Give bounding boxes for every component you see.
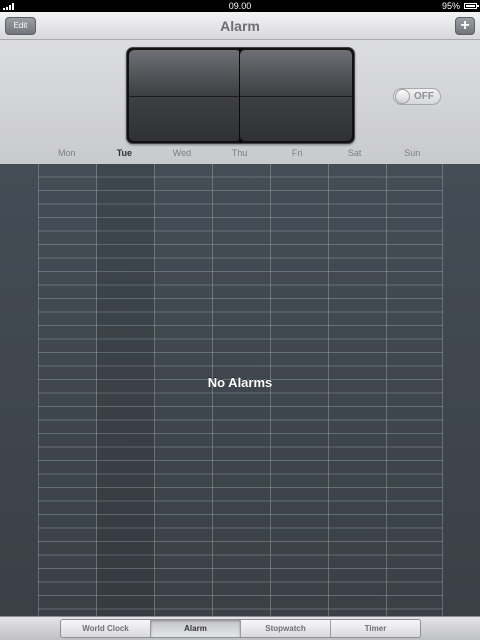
- add-alarm-button[interactable]: +: [455, 17, 475, 35]
- weekday-header: Mon Tue Wed Thu Fri Sat Sun: [38, 148, 441, 162]
- battery-icon: [464, 3, 479, 9]
- alarm-week-grid: [38, 164, 443, 616]
- page-title: Alarm: [220, 18, 260, 34]
- alarm-week-grid-area: No Alarms: [0, 164, 480, 616]
- tab-alarm[interactable]: Alarm: [151, 620, 241, 637]
- weekday-label: Wed: [172, 148, 192, 158]
- tab-segmented-control: World Clock Alarm Stopwatch Timer: [60, 619, 421, 638]
- weekday-label: Mon: [58, 148, 76, 158]
- navigation-bar: Edit Alarm +: [0, 12, 480, 40]
- alarm-toggle-switch[interactable]: OFF: [393, 88, 441, 105]
- weekday-label: Thu: [231, 148, 248, 158]
- tab-stopwatch[interactable]: Stopwatch: [241, 620, 331, 637]
- weekday-label: Sun: [404, 148, 421, 158]
- status-time: 09.00: [228, 1, 252, 11]
- bottom-tab-bar: World Clock Alarm Stopwatch Timer: [0, 616, 480, 640]
- current-day-column: [97, 164, 154, 616]
- toggle-knob: [395, 89, 410, 104]
- flip-clock-hours: [129, 50, 241, 141]
- tab-world-clock[interactable]: World Clock: [61, 620, 151, 637]
- flip-clock: [126, 47, 355, 144]
- flip-clock-minutes: [240, 50, 352, 141]
- tab-timer[interactable]: Timer: [331, 620, 420, 637]
- status-bar: 09.00 95%: [0, 0, 480, 12]
- weekday-label: Fri: [291, 148, 303, 158]
- empty-state-message: No Alarms: [207, 375, 273, 390]
- weekday-label-current: Tue: [116, 148, 133, 158]
- toggle-label: OFF: [414, 91, 434, 102]
- weekday-label: Sat: [347, 148, 362, 158]
- battery-percent: 95%: [441, 1, 460, 11]
